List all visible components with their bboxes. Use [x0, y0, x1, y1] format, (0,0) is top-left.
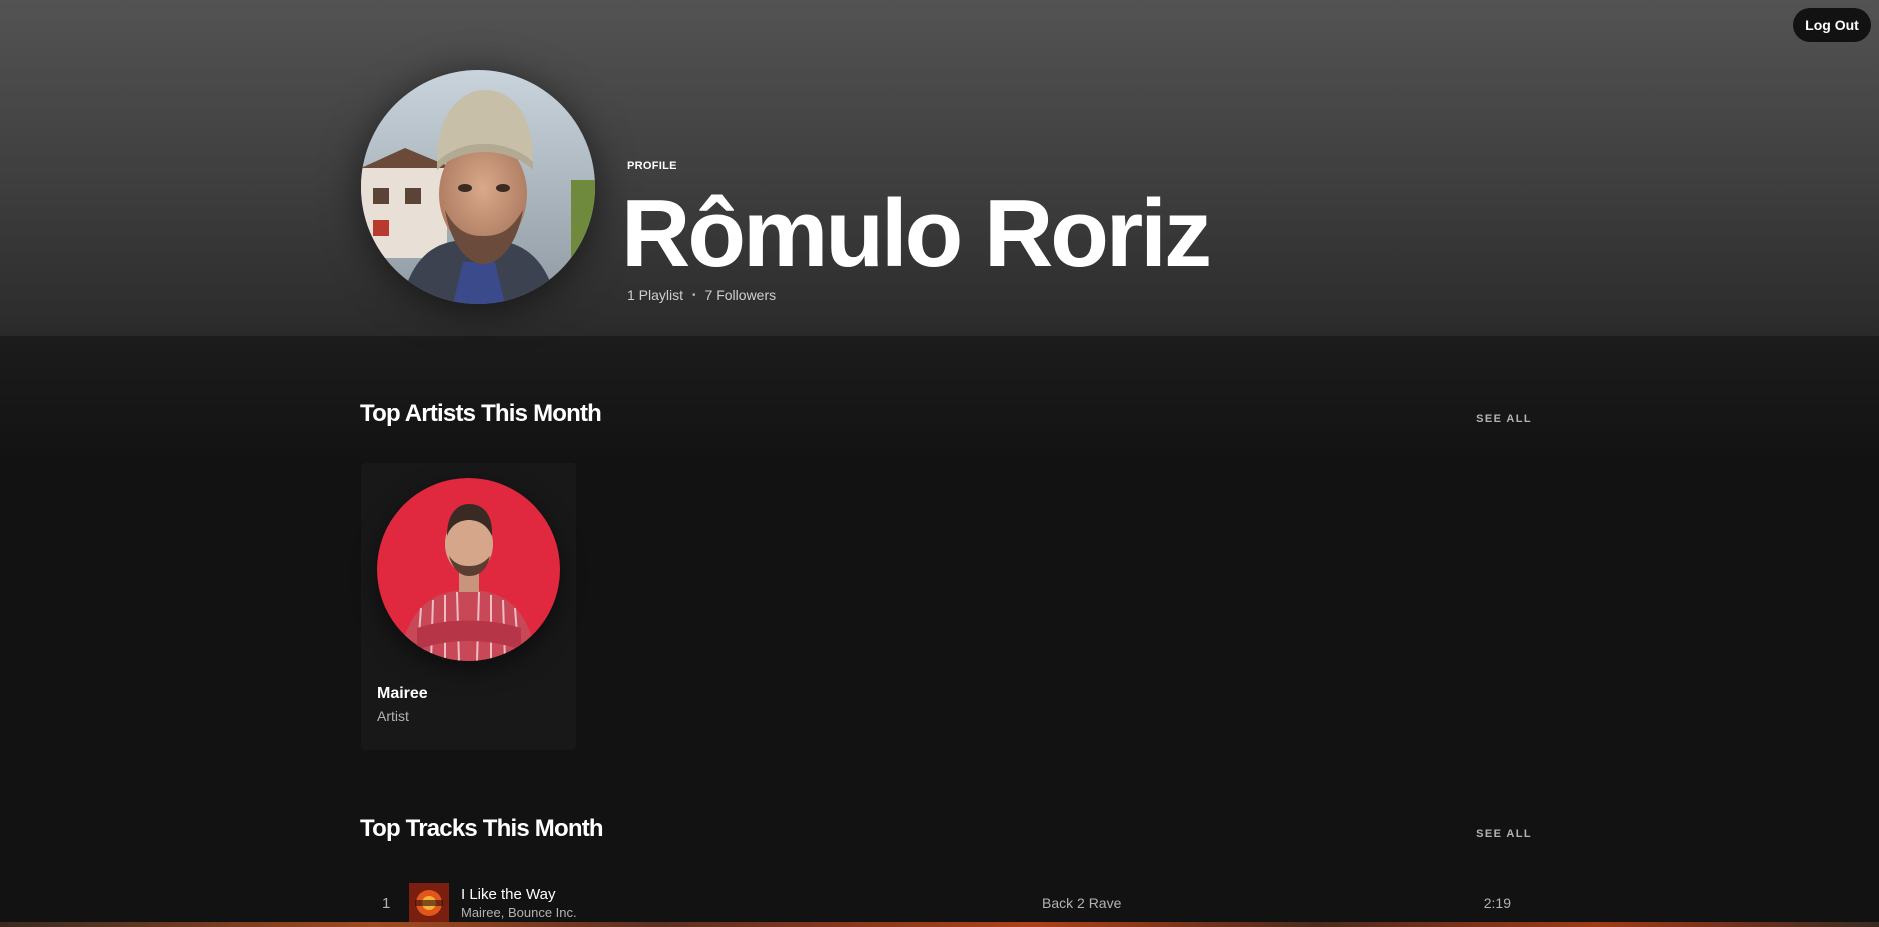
followers-count[interactable]: 7 Followers: [705, 287, 777, 303]
content-background: [0, 336, 1879, 927]
track-cover-image: [409, 883, 449, 923]
top-artists-see-all-link[interactable]: SEE ALL: [1476, 413, 1532, 425]
top-tracks-title[interactable]: Top Tracks This Month: [360, 815, 604, 843]
profile-type-label: PROFILE: [627, 160, 677, 172]
top-artists-title[interactable]: Top Artists This Month: [360, 400, 602, 428]
logout-button[interactable]: Log Out: [1793, 8, 1871, 42]
artist-card[interactable]: Mairee Artist: [361, 463, 576, 750]
track-rank: 1: [382, 895, 391, 912]
track-artists[interactable]: Mairee, Bounce Inc.: [461, 905, 577, 920]
profile-stats: 1 Playlist • 7 Followers: [627, 287, 776, 303]
track-cover-art: [409, 883, 449, 923]
artist-name[interactable]: Mairee: [377, 685, 428, 703]
artist-image: [377, 478, 560, 661]
player-bar-edge: [0, 922, 1879, 927]
track-title[interactable]: I Like the Way: [461, 886, 555, 903]
playlist-count[interactable]: 1 Playlist: [627, 287, 683, 303]
track-duration: 2:19: [1483, 895, 1511, 911]
stats-separator: •: [692, 289, 696, 301]
profile-name: Rômulo Roriz: [621, 180, 1212, 287]
track-row[interactable]: 1 I Like the Way Mairee, Bounce Inc. Bac…: [361, 880, 1533, 924]
profile-avatar: [361, 70, 595, 304]
profile-avatar-image: [361, 70, 595, 304]
profile-page: Log Out PROFILE Rômulo Roriz 1 Playlist …: [0, 0, 1879, 927]
track-album[interactable]: Back 2 Rave: [1042, 895, 1121, 911]
top-tracks-see-all-link[interactable]: SEE ALL: [1476, 828, 1532, 840]
artist-photo: [377, 478, 560, 661]
artist-type: Artist: [377, 708, 409, 724]
